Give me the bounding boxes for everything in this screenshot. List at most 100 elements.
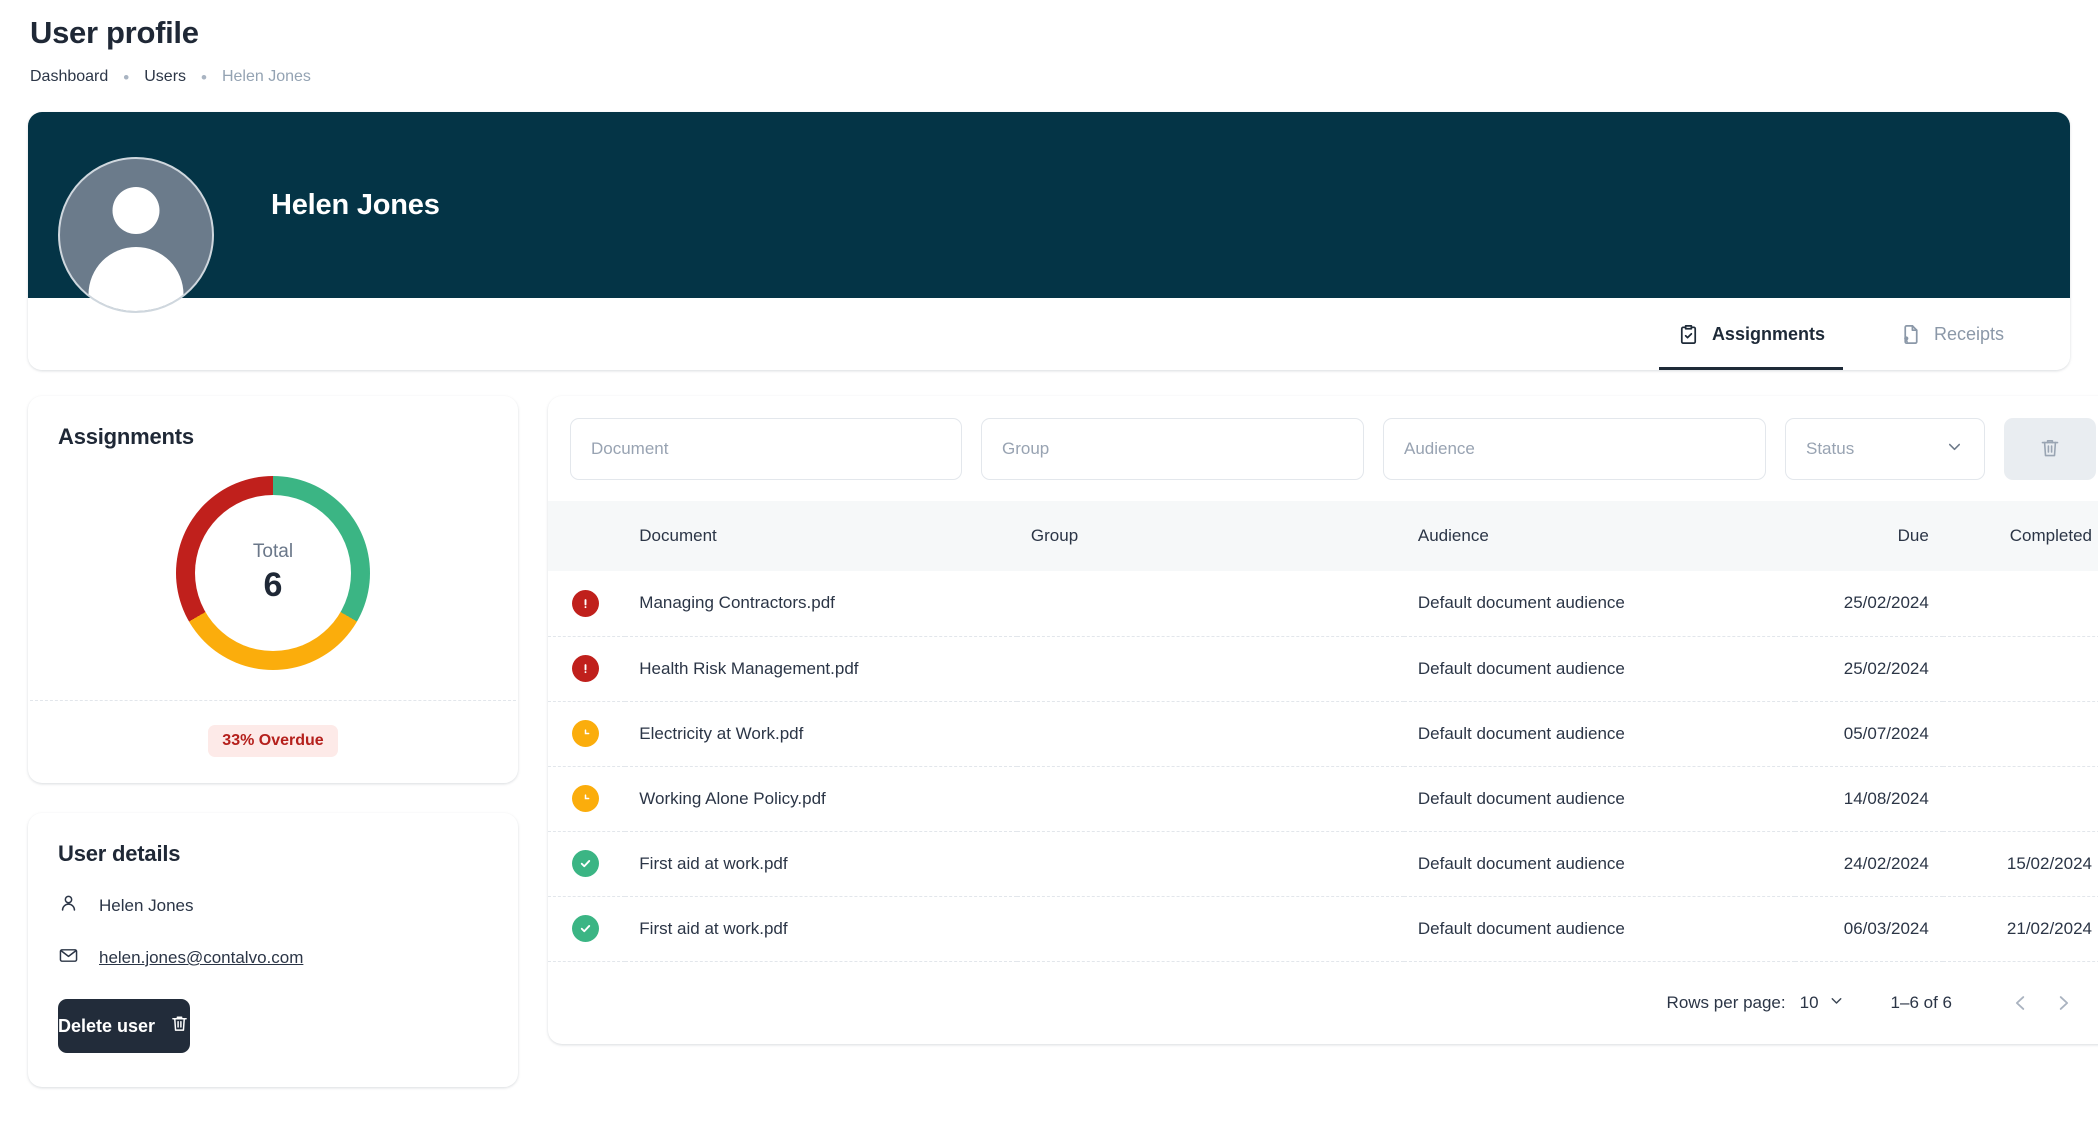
profile-tabs: Assignments Receipts bbox=[28, 298, 2070, 370]
profile-banner: Helen Jones bbox=[28, 112, 2070, 298]
column-due: Due bbox=[1897, 526, 1929, 545]
row-document: Working Alone Policy.pdf bbox=[639, 788, 826, 808]
assignments-table-card: Status bbox=[548, 396, 2098, 1044]
column-group: Group bbox=[1030, 526, 1079, 545]
group-filter-input[interactable] bbox=[981, 418, 1364, 480]
column-audience: Audience bbox=[1417, 526, 1489, 545]
profile-card: Helen Jones Assignments Receipts bbox=[28, 112, 2070, 370]
breadcrumb-item-current: Helen Jones bbox=[221, 68, 311, 85]
table-row[interactable]: First aid at work.pdf Default document au… bbox=[548, 831, 2098, 896]
pagination-range: 1–6 of 6 bbox=[1890, 992, 1952, 1012]
row-due: 06/03/2024 bbox=[1843, 918, 1929, 938]
row-audience: Default document audience bbox=[1417, 593, 1625, 613]
trash-icon bbox=[2038, 436, 2062, 463]
table-row[interactable]: Working Alone Policy.pdf Default document… bbox=[548, 766, 2098, 831]
filter-bar: Status bbox=[548, 396, 2098, 501]
row-due: 14/08/2024 bbox=[1843, 788, 1929, 808]
page-title: User profile bbox=[30, 15, 199, 50]
table-row[interactable]: First aid at work.pdf Default document au… bbox=[548, 896, 2098, 961]
delete-user-button[interactable]: Delete user bbox=[58, 999, 191, 1053]
row-status-cell bbox=[548, 831, 625, 896]
table-row[interactable]: Health Risk Management.pdf Default docume… bbox=[548, 636, 2098, 701]
document-filter-input[interactable] bbox=[570, 418, 962, 480]
row-document: Health Risk Management.pdf bbox=[639, 658, 859, 678]
audience-filter-input[interactable] bbox=[1383, 418, 1766, 480]
rows-per-page-value: 10 bbox=[1799, 992, 1819, 1012]
completed-check-icon bbox=[572, 915, 599, 942]
bulk-delete-button[interactable] bbox=[2004, 418, 2096, 480]
row-audience: Default document audience bbox=[1417, 723, 1625, 743]
row-document: First aid at work.pdf bbox=[639, 918, 788, 938]
rows-per-page-label: Rows per page: bbox=[1666, 992, 1786, 1012]
row-audience: Default document audience bbox=[1417, 788, 1625, 808]
row-group bbox=[1017, 896, 1404, 961]
assignments-summary-card: Assignments Total 6 33% Overdue bbox=[28, 396, 518, 783]
row-group bbox=[1017, 766, 1404, 831]
row-status-cell bbox=[548, 766, 625, 831]
row-group bbox=[1017, 636, 1404, 701]
row-status-cell bbox=[548, 571, 625, 636]
row-audience: Default document audience bbox=[1417, 658, 1625, 678]
breadcrumb-separator-icon: • bbox=[201, 67, 207, 87]
table-row[interactable]: Managing Contractors.pdf Default document… bbox=[548, 571, 2098, 636]
pending-clock-icon bbox=[572, 785, 599, 812]
user-name-value: Helen Jones bbox=[99, 896, 194, 915]
left-column: Assignments Total 6 33% Overdue User det… bbox=[28, 396, 518, 1087]
row-due: 25/02/2024 bbox=[1843, 593, 1929, 613]
column-document: Document bbox=[639, 526, 717, 545]
table-row[interactable]: Electricity at Work.pdf Default document … bbox=[548, 701, 2098, 766]
certificate-document-icon bbox=[1899, 323, 1922, 346]
overdue-icon bbox=[572, 589, 599, 617]
user-email-link[interactable]: helen.jones@contalvo.com bbox=[99, 948, 303, 968]
row-completed: 15/02/2024 bbox=[2006, 853, 2092, 873]
breadcrumb: Dashboard • Users • Helen Jones bbox=[28, 68, 2070, 86]
tab-assignments[interactable]: Assignments bbox=[1658, 298, 1843, 370]
overdue-badge-row: 33% Overdue bbox=[28, 701, 518, 783]
row-status-cell bbox=[548, 896, 625, 961]
chevron-down-icon bbox=[1828, 992, 1845, 1014]
rows-per-page-select[interactable]: 10 bbox=[1800, 992, 1845, 1014]
breadcrumb-item-users[interactable]: Users bbox=[144, 68, 186, 86]
pending-clock-icon bbox=[572, 720, 599, 747]
row-completed bbox=[1943, 636, 2098, 701]
row-document: Electricity at Work.pdf bbox=[639, 723, 804, 743]
user-profile-page: User profile Dashboard • Users • Helen J… bbox=[0, 0, 2098, 1140]
donut-total-label: Total bbox=[252, 541, 294, 562]
assignments-table: Document Group Audience Due Completed Ma… bbox=[548, 501, 2098, 962]
user-details-title: User details bbox=[58, 841, 181, 866]
avatar-body-shape bbox=[88, 247, 184, 311]
table-header: Document Group Audience Due Completed bbox=[548, 501, 2098, 571]
breadcrumb-item-dashboard[interactable]: Dashboard bbox=[30, 68, 108, 86]
tab-receipts[interactable]: Receipts bbox=[1881, 298, 2022, 370]
row-due: 05/07/2024 bbox=[1843, 723, 1929, 743]
chevron-down-icon bbox=[1945, 437, 1964, 461]
user-details-card: User details Helen Jones helen.jones@con… bbox=[28, 813, 518, 1087]
user-email-row: helen.jones@contalvo.com bbox=[28, 945, 518, 971]
person-icon bbox=[58, 893, 79, 919]
previous-page-button[interactable] bbox=[2000, 982, 2042, 1024]
main-content: Assignments Total 6 33% Overdue User det… bbox=[28, 396, 2098, 1087]
assignments-donut-chart: Total 6 bbox=[28, 450, 518, 700]
column-completed: Completed bbox=[2009, 526, 2092, 545]
row-group bbox=[1017, 571, 1404, 636]
breadcrumb-separator-icon: • bbox=[123, 67, 130, 87]
next-page-button[interactable] bbox=[2042, 982, 2084, 1024]
row-completed bbox=[1943, 766, 2098, 831]
donut-center: Total 6 bbox=[195, 495, 351, 651]
status-filter-select[interactable]: Status bbox=[1785, 418, 1985, 480]
column-status bbox=[548, 501, 625, 571]
avatar bbox=[58, 157, 214, 313]
row-audience: Default document audience bbox=[1417, 853, 1625, 873]
row-status-cell bbox=[548, 636, 625, 701]
overdue-icon bbox=[572, 655, 599, 682]
row-group bbox=[1017, 831, 1404, 896]
trash-icon bbox=[169, 1013, 190, 1039]
pagination: Rows per page: 10 1–6 of 6 bbox=[548, 962, 2098, 1044]
envelope-icon bbox=[58, 945, 79, 971]
clipboard-check-icon bbox=[1677, 323, 1700, 346]
row-document: Managing Contractors.pdf bbox=[639, 593, 835, 613]
donut-total-value: 6 bbox=[263, 566, 283, 604]
row-completed: 21/02/2024 bbox=[2006, 918, 2092, 938]
user-name-row: Helen Jones bbox=[28, 893, 518, 919]
profile-name: Helen Jones bbox=[271, 188, 440, 221]
